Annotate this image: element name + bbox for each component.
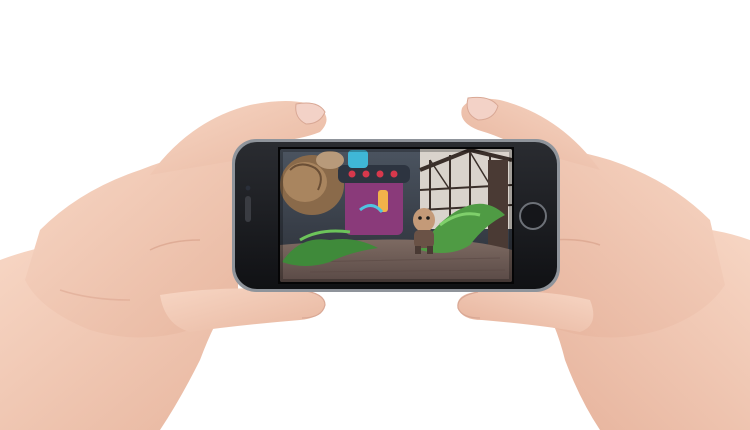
game-screen: [280, 149, 512, 282]
home-button[interactable]: [519, 202, 547, 230]
hands-holding-phone-photo: [0, 96, 750, 430]
game-character: [413, 208, 435, 254]
photo-stage: [0, 0, 750, 430]
front-camera: [245, 185, 251, 191]
earpiece-speaker: [245, 196, 251, 222]
